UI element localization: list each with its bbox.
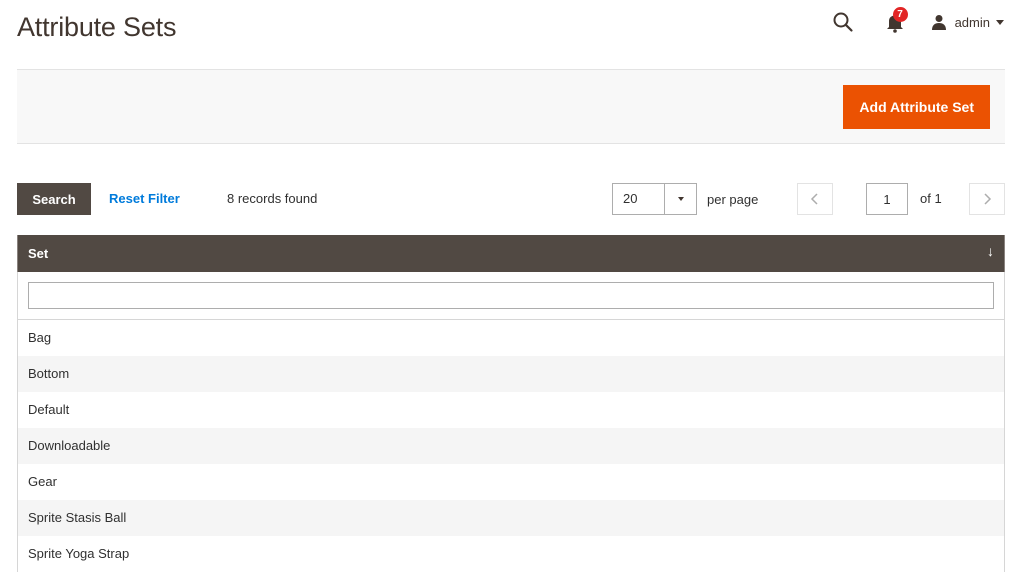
search-icon: [833, 12, 853, 32]
per-page-select[interactable]: 20: [612, 183, 697, 215]
table-row[interactable]: Bottom: [17, 356, 1005, 392]
add-attribute-set-button[interactable]: Add Attribute Set: [843, 85, 990, 129]
table-row[interactable]: Sprite Stasis Ball: [17, 500, 1005, 536]
filter-row: [17, 272, 1005, 320]
sort-arrow-icon: ↓: [987, 243, 994, 259]
search-button[interactable]: Search: [17, 183, 91, 215]
set-filter-input[interactable]: [28, 282, 994, 309]
user-menu[interactable]: admin: [931, 14, 1004, 30]
table-row[interactable]: Sprite Yoga Strap: [17, 536, 1005, 572]
page-title: Attribute Sets: [17, 12, 177, 42]
column-header-label: Set: [28, 246, 49, 261]
table-row[interactable]: Downloadable: [17, 428, 1005, 464]
per-page-value: 20: [623, 191, 638, 206]
chevron-right-icon: [984, 193, 992, 205]
per-page-label: per page: [707, 191, 759, 207]
table-row[interactable]: Default: [17, 392, 1005, 428]
table-row[interactable]: Bag: [17, 320, 1005, 356]
notification-count-badge: 7: [892, 7, 908, 22]
page-actions-bar: Add Attribute Set: [17, 69, 1005, 144]
notifications-button[interactable]: 7: [884, 7, 908, 33]
user-icon: [931, 15, 946, 30]
user-name: admin: [954, 14, 990, 30]
previous-page-button[interactable]: [797, 183, 833, 215]
records-count: 8 records found: [227, 191, 318, 206]
table-row[interactable]: Gear: [17, 464, 1005, 500]
page-total: of 1: [920, 191, 942, 206]
reset-filter-link[interactable]: Reset Filter: [109, 191, 180, 206]
next-page-button[interactable]: [969, 183, 1005, 215]
grid-toolbar: Search Reset Filter 8 records found 20 p…: [17, 183, 1005, 215]
chevron-down-icon: [996, 19, 1004, 25]
column-header-set[interactable]: Set ↓: [17, 235, 1005, 272]
attribute-sets-grid: Set ↓ Bag Bottom Default Downloadable Ge…: [17, 235, 1005, 572]
per-page-control: 20 per page: [612, 183, 758, 215]
header-actions: 7 admin: [832, 7, 1004, 34]
chevron-down-icon: [677, 197, 684, 201]
per-page-dropdown-toggle[interactable]: [664, 184, 696, 214]
global-search-button[interactable]: [832, 11, 854, 33]
page-number-input[interactable]: [866, 183, 908, 215]
chevron-left-icon: [810, 193, 818, 205]
